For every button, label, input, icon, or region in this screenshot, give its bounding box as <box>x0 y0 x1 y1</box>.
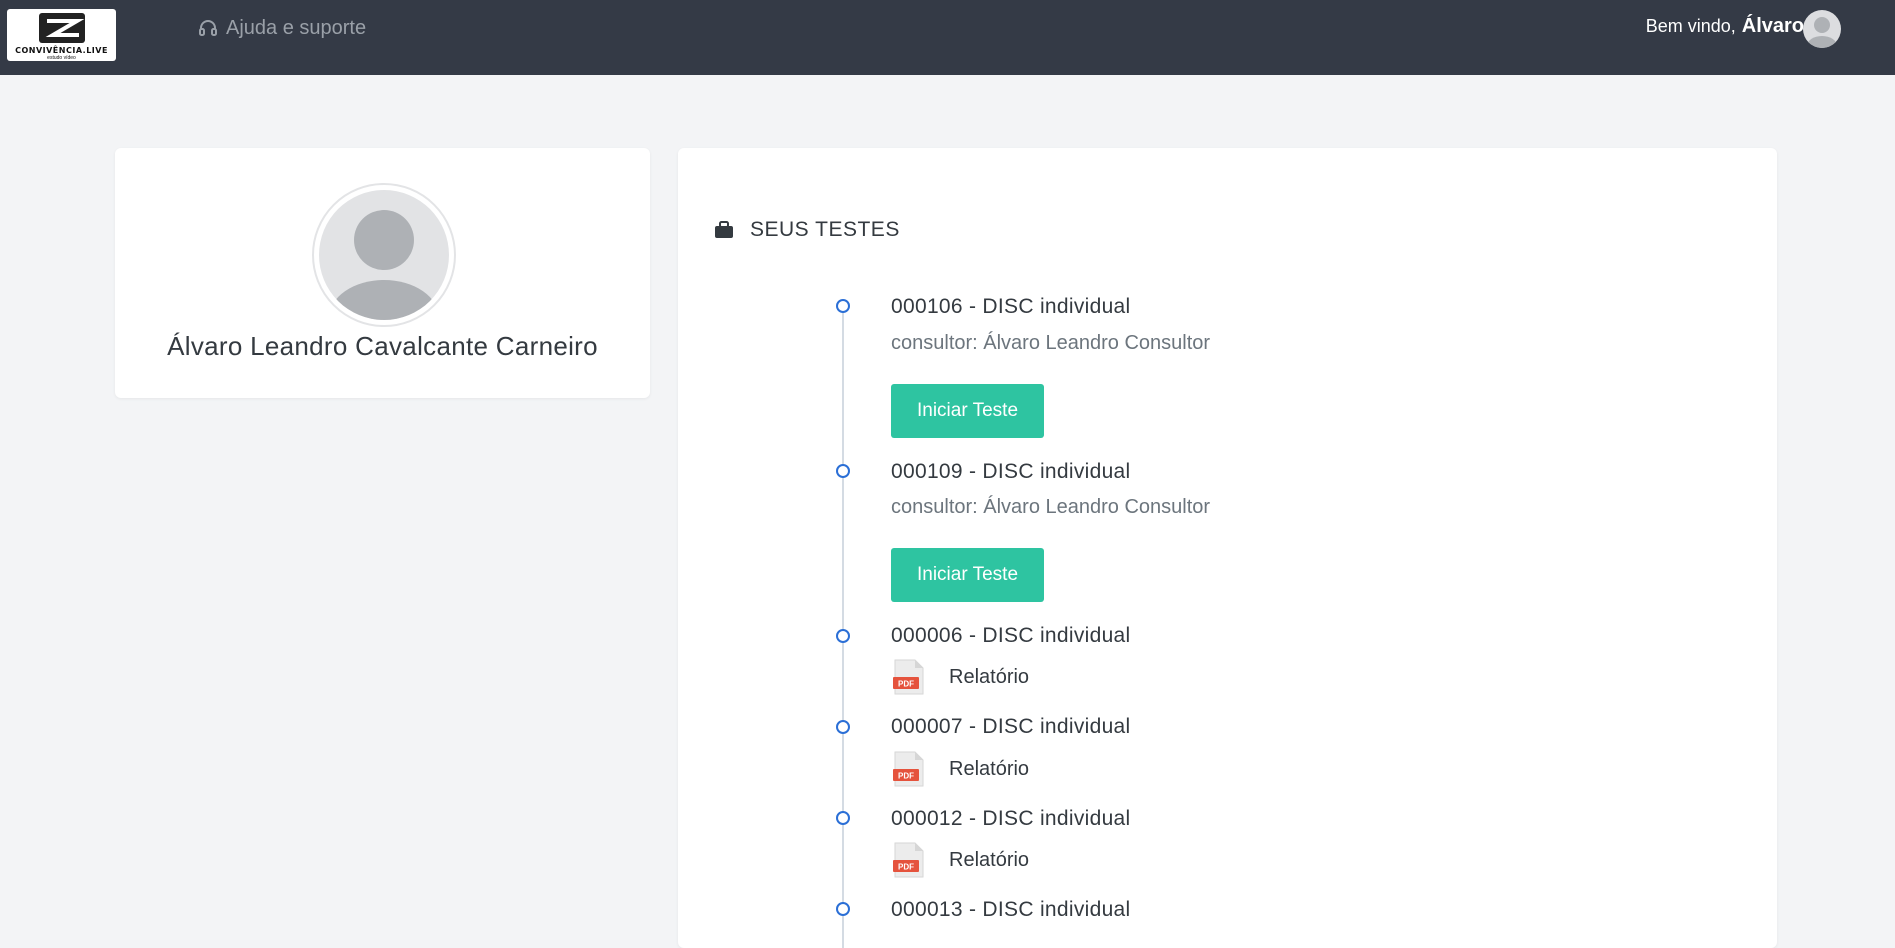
top-navbar: CONVIVÊNCIA.LIVE estudo vídeo Ajuda e su… <box>0 0 1895 75</box>
test-title: 000012 - DISC individual <box>891 807 1131 830</box>
help-support-link[interactable]: Ajuda e suporte <box>198 16 366 40</box>
report-link[interactable]: PDF Relatório <box>891 841 1029 879</box>
logo-subtext: estudo vídeo <box>47 55 76 61</box>
pdf-file-icon: PDF <box>893 659 924 695</box>
profile-avatar-icon <box>329 210 439 320</box>
report-link[interactable]: PDF Relatório <box>891 750 1029 788</box>
test-title: 000106 - DISC individual <box>891 295 1131 318</box>
briefcase-icon <box>715 221 733 238</box>
test-title: 000006 - DISC individual <box>891 624 1131 647</box>
test-title: 000007 - DISC individual <box>891 715 1131 738</box>
user-avatar[interactable] <box>1803 10 1841 48</box>
report-label: Relatório <box>949 848 1030 871</box>
pdf-file-icon: PDF <box>893 751 924 787</box>
brand-logo[interactable]: CONVIVÊNCIA.LIVE estudo vídeo <box>7 9 116 61</box>
report-label: Relatório <box>949 665 1030 688</box>
welcome-prefix: Bem vindo, <box>1645 15 1736 36</box>
timeline-dot <box>836 629 850 643</box>
report-link[interactable]: PDF Relatório <box>891 658 1029 696</box>
headphones-icon <box>199 20 217 36</box>
profile-avatar <box>312 183 456 327</box>
profile-full-name: Álvaro Leandro Cavalcante Carneiro <box>167 331 598 361</box>
svg-text:PDF: PDF <box>898 680 914 689</box>
start-test-button[interactable]: Iniciar Teste <box>891 384 1044 438</box>
timeline-dot <box>836 811 850 825</box>
section-title-label: SEUS TESTES <box>750 218 900 241</box>
pdf-file-icon: PDF <box>893 842 924 878</box>
tests-card: SEUS TESTES 000106 - DISC individual con… <box>678 148 1777 948</box>
welcome-user-name: Álvaro <box>1741 14 1804 37</box>
svg-text:PDF: PDF <box>898 772 914 781</box>
logo-text: CONVIVÊNCIA.LIVE <box>15 46 108 55</box>
test-title: 000013 - DISC individual <box>891 898 1131 921</box>
test-title: 000109 - DISC individual <box>891 460 1131 483</box>
user-avatar-icon <box>1807 17 1837 48</box>
timeline-dot <box>836 720 850 734</box>
test-consultant: consultor: Álvaro Leandro Consultor <box>891 496 1211 518</box>
profile-card: Álvaro Leandro Cavalcante Carneiro <box>115 148 650 398</box>
welcome-message: Bem vindo, Álvaro <box>1646 14 1804 38</box>
section-title: SEUS TESTES <box>714 218 900 242</box>
start-test-button[interactable]: Iniciar Teste <box>891 548 1044 602</box>
timeline-dot <box>836 299 850 313</box>
logo-mark-icon <box>39 13 85 43</box>
timeline-dot <box>836 902 850 916</box>
test-consultant: consultor: Álvaro Leandro Consultor <box>891 332 1211 354</box>
timeline-line <box>842 308 844 948</box>
help-support-label: Ajuda e suporte <box>226 16 367 39</box>
svg-text:PDF: PDF <box>898 863 914 872</box>
report-label: Relatório <box>949 757 1030 780</box>
timeline-dot <box>836 464 850 478</box>
